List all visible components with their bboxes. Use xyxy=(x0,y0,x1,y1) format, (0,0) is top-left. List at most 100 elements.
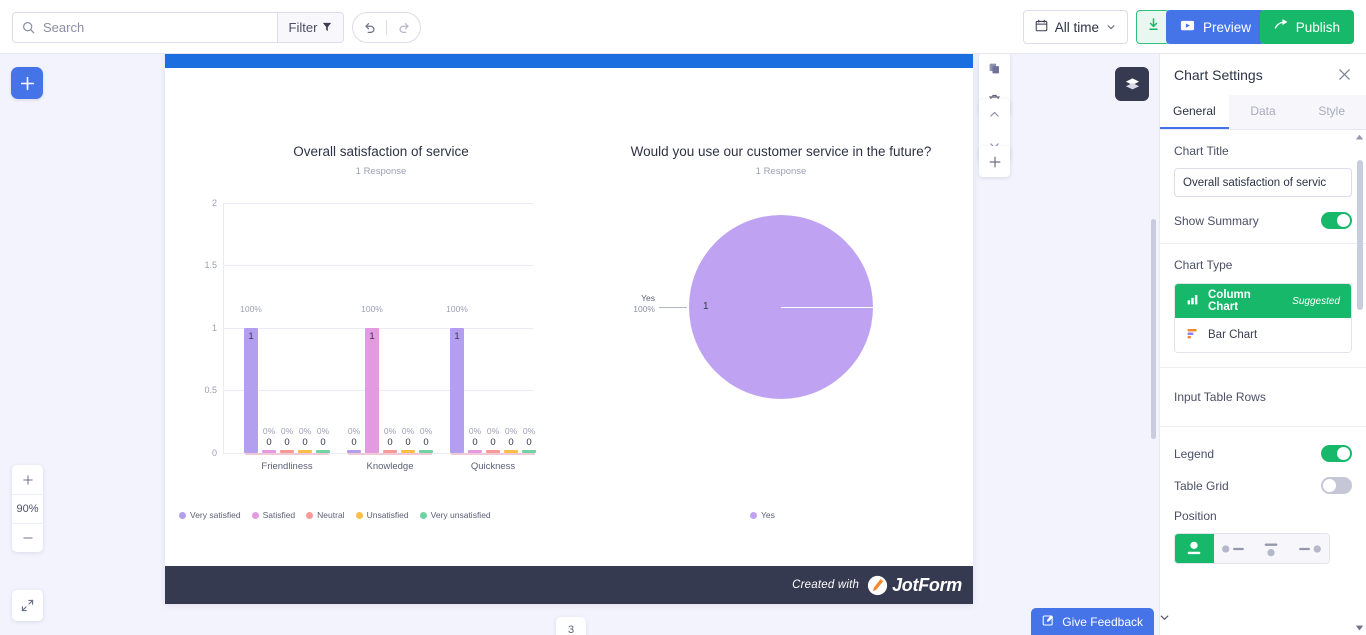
bar[interactable] xyxy=(244,328,258,453)
bar-slot: 0% 0 xyxy=(383,203,397,453)
legend-item[interactable]: Yes xyxy=(750,510,775,520)
tab-style[interactable]: Style xyxy=(1297,95,1366,129)
date-range-label: All time xyxy=(1054,19,1099,35)
legend-swatch-icon xyxy=(750,511,757,519)
legend-position-left[interactable] xyxy=(1213,534,1252,563)
bar-slot: 100% 1 xyxy=(446,203,468,453)
search-input[interactable] xyxy=(43,13,277,42)
insert-element-button[interactable] xyxy=(979,146,1010,177)
bar-slot: 0% 0 xyxy=(298,203,312,453)
chart-type-bar-chart[interactable]: Bar Chart xyxy=(1175,318,1351,352)
duplicate-icon xyxy=(989,63,999,74)
bar-slot: 100% 1 xyxy=(361,203,383,453)
bar-value-label: 0 xyxy=(284,437,290,448)
legend-swatch-icon xyxy=(179,511,186,519)
chart-type-label-text: Column Chart xyxy=(1208,289,1251,313)
bar-chart-icon xyxy=(1186,327,1199,343)
zoom-in-button[interactable] xyxy=(12,465,43,494)
bar[interactable] xyxy=(365,328,379,453)
panel-scroll-up-button[interactable] xyxy=(1354,132,1365,143)
legend-position-group xyxy=(1174,533,1330,564)
bar-percent-label: 100% xyxy=(240,304,262,314)
legend-item[interactable]: Very unsatisfied xyxy=(419,510,491,520)
close-icon[interactable] xyxy=(1337,67,1352,82)
bar-group: 100% 1 0% 0 0% 0 0% 0 0% 0 xyxy=(446,203,539,453)
panel-scroll-area: Chart Title Show Summary Chart Type Colu… xyxy=(1160,130,1366,635)
zoom-out-button[interactable] xyxy=(12,523,43,552)
search-bar: Filter xyxy=(12,12,344,43)
feedback-caret-icon[interactable] xyxy=(1159,610,1170,628)
filter-button[interactable]: Filter xyxy=(277,13,343,42)
move-up-button[interactable] xyxy=(979,99,1010,130)
panel-scrollbar-thumb[interactable] xyxy=(1357,160,1363,310)
duplicate-button[interactable] xyxy=(979,54,1010,84)
canvas-scrollbar[interactable] xyxy=(1151,219,1156,439)
bar-slot: 0% 0 xyxy=(504,203,518,453)
layers-icon xyxy=(1125,77,1139,89)
redo-button[interactable] xyxy=(387,21,420,35)
chart-widget-pie[interactable]: Would you use our customer service in th… xyxy=(595,144,967,520)
publish-label: Publish xyxy=(1295,19,1340,35)
legend-label: Unsatisfied xyxy=(366,510,409,520)
chart-type-list: Column Chart Suggested Bar Chart xyxy=(1174,283,1352,353)
column-chart-icon xyxy=(1186,293,1199,309)
plus-icon xyxy=(989,156,1000,167)
undo-redo-group xyxy=(352,12,421,43)
panel-scroll-down-button[interactable] xyxy=(1354,622,1365,633)
date-range-selector[interactable]: All time xyxy=(1022,10,1128,44)
bar-percent-label: 0% xyxy=(347,426,361,436)
bar-value-label: 0 xyxy=(405,437,411,448)
legend-row: Legend xyxy=(1174,445,1352,462)
download-button[interactable] xyxy=(1136,10,1170,44)
jotform-wordmark: JotForm xyxy=(892,574,962,595)
chart-type-column-chart[interactable]: Column Chart Suggested xyxy=(1175,284,1351,318)
add-element-button[interactable] xyxy=(11,67,43,99)
tab-general[interactable]: General xyxy=(1160,95,1229,129)
pie-slice-divider xyxy=(781,307,873,308)
input-table-rows-label[interactable]: Input Table Rows xyxy=(1174,390,1352,404)
tab-data[interactable]: Data xyxy=(1228,95,1298,129)
preview-button[interactable]: Preview xyxy=(1165,10,1265,44)
bar-percent-label: 0% xyxy=(280,426,294,436)
legend-item[interactable]: Very satisfied xyxy=(179,510,241,520)
bar-percent-label: 0% xyxy=(316,426,330,436)
publish-button[interactable]: Publish xyxy=(1259,10,1354,44)
legend-position-right[interactable] xyxy=(1290,534,1329,563)
bar-chart-legend: Very satisfied Satisfied Neutral Unsatisfie… xyxy=(179,510,491,520)
category-label: Friendliness xyxy=(261,461,313,472)
position-label: Position xyxy=(1174,509,1217,523)
chart-title-input[interactable] xyxy=(1174,168,1352,197)
table-grid-label: Table Grid xyxy=(1174,478,1229,493)
bar-slot: 0% 0 xyxy=(401,203,415,453)
table-grid-toggle[interactable] xyxy=(1321,477,1352,494)
expand-icon xyxy=(21,599,34,612)
legend-toggle[interactable] xyxy=(1321,445,1352,462)
bar[interactable] xyxy=(450,328,464,453)
legend-item[interactable]: Satisfied xyxy=(251,510,295,520)
chart-settings-panel: Chart Settings General Data Style Chart … xyxy=(1159,54,1366,635)
bar-value-label: 0 xyxy=(508,437,514,448)
chart-widget-bar[interactable]: Overall satisfaction of service 1 Respon… xyxy=(171,144,591,520)
minus-icon xyxy=(22,537,33,539)
legend-position-bottom[interactable] xyxy=(1252,534,1291,563)
search-icon xyxy=(22,21,35,34)
legend-swatch-icon xyxy=(419,511,427,519)
pie-callout-percent: 100% xyxy=(633,304,655,315)
page-indicator[interactable]: 3 xyxy=(556,617,586,635)
bar-value-label: 0 xyxy=(387,437,393,448)
category-label: Quickness xyxy=(470,461,516,472)
legend-position-top[interactable] xyxy=(1175,534,1214,563)
y-tick-label: 1 xyxy=(211,323,217,333)
give-feedback-button[interactable]: Give Feedback xyxy=(1031,608,1154,635)
show-summary-toggle[interactable] xyxy=(1321,212,1352,229)
legend-item[interactable]: Neutral xyxy=(306,510,345,520)
layers-button[interactable] xyxy=(1115,67,1149,101)
legend-item[interactable]: Unsatisfied xyxy=(355,510,409,520)
bar-percent-label: 0% xyxy=(468,426,482,436)
position-right-icon xyxy=(1298,544,1321,553)
section-legend: Legend Table Grid Position xyxy=(1160,427,1366,578)
chart-subtitle: 1 Response xyxy=(755,166,807,177)
undo-button[interactable] xyxy=(353,21,386,35)
fit-to-screen-button[interactable] xyxy=(12,590,43,621)
pie-slice-yes[interactable]: 1 xyxy=(689,215,873,399)
